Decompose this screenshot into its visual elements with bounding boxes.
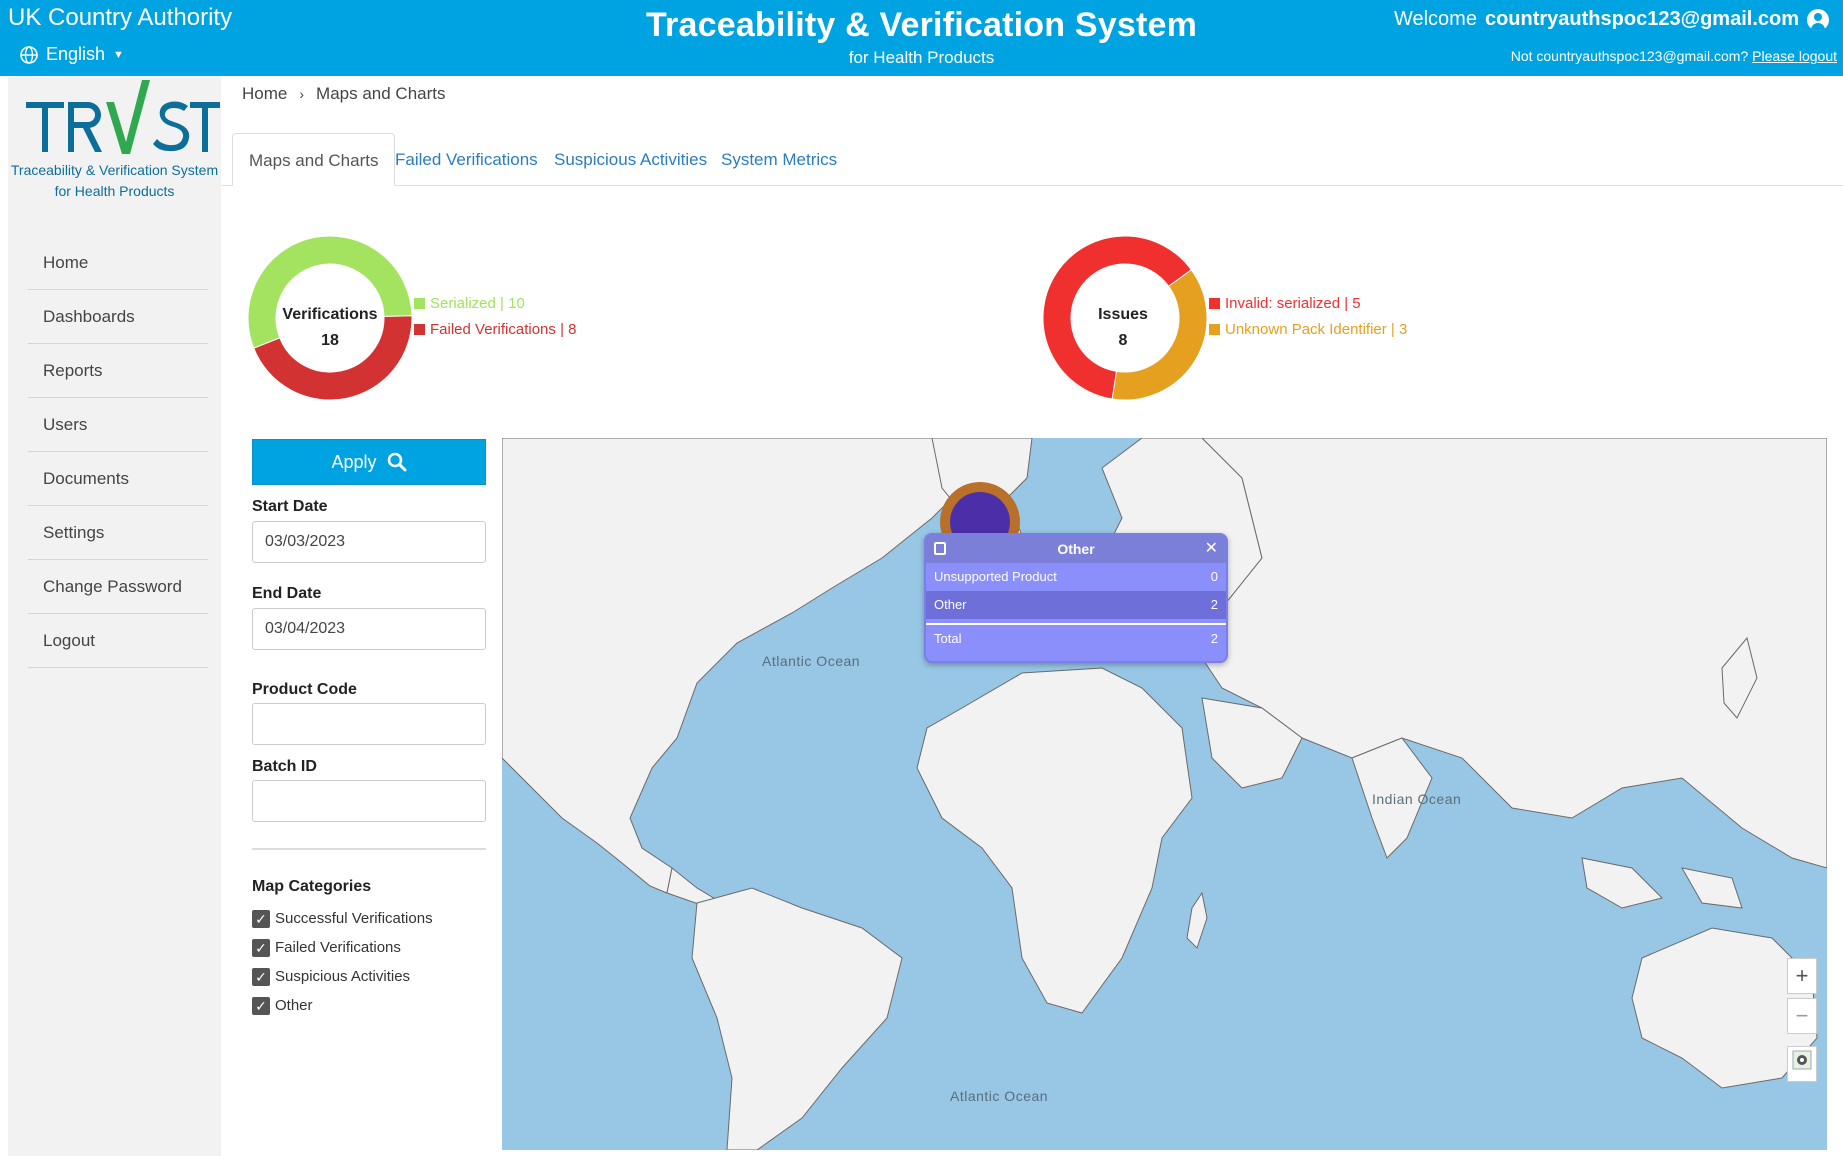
logout-link[interactable]: Please logout <box>1752 48 1837 64</box>
zoom-out-button[interactable]: − <box>1787 998 1817 1034</box>
category-other[interactable]: ✓ Other <box>252 991 433 1020</box>
map-categories-title: Map Categories <box>252 878 372 895</box>
not-user-notice: Not countryauthspoc123@gmail.com? Please… <box>1511 48 1837 64</box>
category-failed-verifications[interactable]: ✓ Failed Verifications <box>252 933 433 962</box>
ocean-label-indian: Indian Ocean <box>1372 791 1462 807</box>
legend-item-invalid-serialized[interactable]: Invalid: serialized | 5 <box>1209 290 1407 316</box>
legend-item-failed-verifications[interactable]: Failed Verifications | 8 <box>414 316 576 342</box>
category-label: Failed Verifications <box>275 939 401 956</box>
legend-label: Serialized | 10 <box>430 294 525 312</box>
zoom-in-button[interactable]: + <box>1787 958 1817 994</box>
popup-row-label: Unsupported Product <box>934 569 1057 584</box>
tab-maps-and-charts[interactable]: Maps and Charts <box>232 133 396 186</box>
breadcrumb: Home › Maps and Charts <box>242 84 445 104</box>
welcome-label: Welcome <box>1393 8 1477 30</box>
legend-swatch <box>414 297 425 309</box>
close-icon[interactable]: ✕ <box>1205 535 1218 563</box>
sidebar-nav: Home Dashboards Reports Users Documents … <box>28 236 208 668</box>
popup-total-label: Total <box>934 631 962 646</box>
issues-center-value: 8 <box>1118 332 1128 349</box>
category-label: Successful Verifications <box>275 910 433 927</box>
checkbox-checked-icon[interactable]: ✓ <box>252 996 270 1015</box>
popup-row-label: Other <box>934 597 967 612</box>
tab-system-metrics[interactable]: System Metrics <box>721 133 837 186</box>
user-account-icon[interactable] <box>1807 8 1829 31</box>
legend-label: Unknown Pack Identifier | 3 <box>1225 320 1408 338</box>
ocean-label-atlantic-south: Atlantic Ocean <box>950 1088 1049 1104</box>
tab-bar: Maps and Charts Failed Verifications Sus… <box>222 133 1843 186</box>
legend-swatch <box>414 323 425 335</box>
verifications-center-title: Verifications <box>282 306 378 323</box>
popup-row-value: 0 <box>1210 569 1218 584</box>
sidebar-item-change-password[interactable]: Change Password <box>28 560 208 614</box>
search-icon <box>387 452 407 472</box>
popup-row: Unsupported Product 0 <box>926 563 1226 591</box>
locate-icon <box>1792 1050 1812 1070</box>
not-user-text: Not countryauthspoc123@gmail.com? <box>1510 48 1749 64</box>
start-date-label: Start Date <box>252 498 328 515</box>
checkbox-checked-icon[interactable]: ✓ <box>252 909 270 928</box>
tab-suspicious-activities[interactable]: Suspicious Activities <box>554 133 707 186</box>
sidebar-item-logout[interactable]: Logout <box>28 614 208 668</box>
product-code-label: Product Code <box>252 681 357 698</box>
legend-swatch <box>1209 323 1220 335</box>
sidebar-item-dashboards[interactable]: Dashboards <box>28 290 208 344</box>
sidebar-item-users[interactable]: Users <box>28 398 208 452</box>
product-code-input[interactable] <box>252 703 486 745</box>
popup-total-value: 2 <box>1210 631 1218 646</box>
category-suspicious-activities[interactable]: ✓ Suspicious Activities <box>252 962 433 991</box>
end-date-label: End Date <box>252 585 322 602</box>
checkbox-checked-icon[interactable]: ✓ <box>252 967 270 986</box>
map-categories-list: ✓ Successful Verifications ✓ Failed Veri… <box>252 904 433 1020</box>
legend-item-serialized[interactable]: Serialized | 10 <box>414 290 576 316</box>
sidebar-item-settings[interactable]: Settings <box>28 506 208 560</box>
verifications-center-value: 18 <box>321 332 339 349</box>
verifications-legend: Serialized | 10 Failed Verifications | 8 <box>414 290 576 342</box>
logo-tagline-2: for Health Products <box>54 183 175 199</box>
form-divider <box>252 848 486 850</box>
sidebar-item-reports[interactable]: Reports <box>28 344 208 398</box>
copy-icon[interactable] <box>934 542 946 555</box>
category-label: Suspicious Activities <box>275 968 411 985</box>
legend-item-unknown-pack-identifier[interactable]: Unknown Pack Identifier | 3 <box>1209 316 1407 342</box>
popup-row-value: 2 <box>1210 597 1218 612</box>
logo-tagline-1: Traceability & Verification System <box>10 162 219 178</box>
category-successful-verifications[interactable]: ✓ Successful Verifications <box>252 904 433 933</box>
legend-swatch <box>1209 297 1220 309</box>
chevron-right-icon: › <box>299 86 305 102</box>
sidebar-item-documents[interactable]: Documents <box>28 452 208 506</box>
issues-center-title: Issues <box>1098 306 1148 323</box>
issues-legend: Invalid: serialized | 5 Unknown Pack Ide… <box>1209 290 1407 342</box>
start-date-input[interactable]: 03/03/2023 <box>252 521 486 563</box>
apply-button[interactable]: Apply <box>252 439 486 485</box>
checkbox-checked-icon[interactable]: ✓ <box>252 938 270 957</box>
batch-id-input[interactable] <box>252 780 486 822</box>
welcome-user: Welcome countryauthspoc123@gmail.com <box>1394 8 1829 31</box>
sidebar-item-home[interactable]: Home <box>28 236 208 290</box>
ocean-label-atlantic-north: Atlantic Ocean <box>762 653 861 669</box>
breadcrumb-current: Maps and Charts <box>316 84 446 103</box>
popup-title: Other <box>1057 541 1095 557</box>
popup-row: Other 2 <box>926 591 1226 619</box>
apply-label: Apply <box>331 451 377 472</box>
user-email: countryauthspoc123@gmail.com <box>1484 8 1799 30</box>
tab-failed-verifications[interactable]: Failed Verifications <box>395 133 538 186</box>
batch-id-label: Batch ID <box>252 758 317 775</box>
top-header: UK Country Authority English ▼ Traceabil… <box>0 0 1843 76</box>
popup-header: Other ✕ <box>926 535 1226 563</box>
legend-label: Failed Verifications | 8 <box>430 320 577 338</box>
popup-total-row: Total 2 <box>926 623 1226 651</box>
sidebar: Traceability & Verification System for H… <box>8 76 221 1156</box>
category-label: Other <box>275 997 313 1014</box>
legend-label: Invalid: serialized | 5 <box>1225 294 1361 312</box>
end-date-input[interactable]: 03/04/2023 <box>252 608 486 650</box>
reset-view-button[interactable] <box>1787 1046 1817 1082</box>
map-marker-popup: Other ✕ Unsupported Product 0 Other 2 To… <box>924 533 1228 663</box>
breadcrumb-home[interactable]: Home <box>242 84 287 104</box>
